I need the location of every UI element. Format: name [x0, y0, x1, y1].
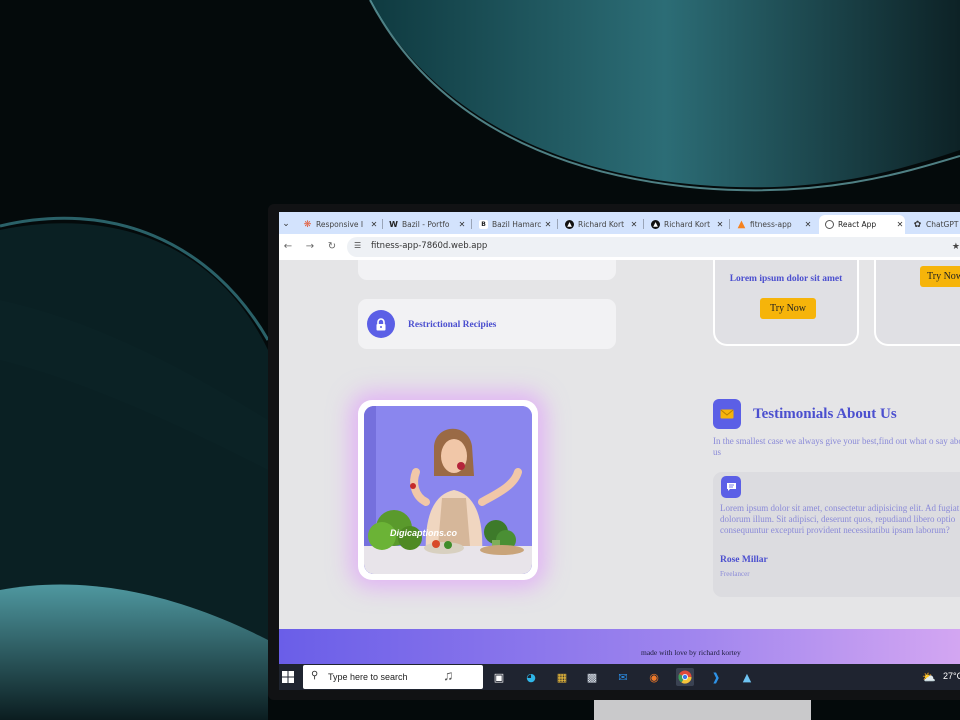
close-icon[interactable]: ✕: [369, 220, 379, 229]
tab-search-icon[interactable]: ⌄: [279, 212, 293, 234]
tab-label: React App: [838, 220, 877, 229]
windows-taskbar: ⚲ Type here to search ♫ ▣ ◕ ▦ ▩ ✉ ◉ ❱ ▲ …: [279, 664, 960, 690]
file-explorer-icon[interactable]: ▦: [553, 668, 571, 686]
tab-label: Responsive I: [316, 220, 364, 229]
close-icon[interactable]: ✕: [715, 220, 725, 229]
address-bar-row: ← → ↻ ☰ fitness-app-7860d.web.app ★: [279, 234, 960, 260]
task-view-icon[interactable]: ▣: [490, 668, 508, 686]
tab-label: Bazil - Portfo: [402, 220, 450, 229]
webflow-favicon-icon: W: [389, 220, 398, 229]
tab-bazil-hamarc[interactable]: B Bazil Hamarc ✕: [473, 215, 553, 234]
reviewer-name: Rose Millar: [720, 555, 768, 565]
tab-bar: ⌄ ❋ Responsive I ✕ W Bazil - Portfo ✕ B …: [279, 212, 960, 234]
tab-label: Richard Kort: [664, 220, 711, 229]
edge-icon[interactable]: ◕: [522, 668, 540, 686]
testimonials-title: Testimonials About Us: [753, 406, 897, 422]
weather-icon[interactable]: ⛅: [920, 668, 938, 686]
search-icon: ⚲: [311, 670, 319, 681]
tab-label: fitness-app: [750, 220, 792, 229]
responsive-favicon-icon: ❋: [303, 219, 312, 230]
tab-separator: [471, 219, 472, 229]
tab-label: Bazil Hamarc: [492, 220, 542, 229]
feature-label: Restrictional Recipies: [408, 320, 497, 330]
reviewer-role: Freelancer: [720, 570, 750, 578]
close-icon[interactable]: ✕: [895, 220, 905, 229]
monitor-stand: [594, 700, 811, 720]
try-now-button[interactable]: Try Now: [920, 266, 960, 287]
review-text: Lorem ipsum dolor sit amet, consectetur …: [720, 503, 960, 535]
taskbar-search-box[interactable]: ⚲ Type here to search ♫: [303, 665, 483, 689]
tab-react-app[interactable]: React App ✕: [819, 215, 905, 234]
tab-chatgpt[interactable]: ✿ ChatGPT: [907, 215, 960, 234]
tab-separator: [643, 219, 644, 229]
tab-separator: [729, 219, 730, 229]
tab-separator: [557, 219, 558, 229]
openai-favicon-icon: ✿: [913, 219, 922, 230]
web-page: Restrictional Recipies Lorem ipsum dolor…: [279, 260, 960, 676]
back-arrow-icon[interactable]: ←: [281, 240, 295, 254]
tab-label: ChatGPT: [926, 220, 959, 229]
vercel-favicon-icon: ▲: [565, 220, 574, 229]
forward-arrow-icon[interactable]: →: [303, 240, 317, 254]
firefox-icon[interactable]: ◉: [645, 668, 663, 686]
pricing-card: Lorem ipsum dolor sit amet Try Now: [713, 260, 859, 346]
temperature-text: 27°C: [943, 671, 960, 681]
close-icon[interactable]: ✕: [803, 220, 813, 229]
close-icon[interactable]: ✕: [629, 220, 639, 229]
chrome-icon[interactable]: [676, 668, 694, 686]
watermark-text: Digicaptions.co: [390, 528, 458, 538]
tab-label: Richard Kort: [578, 220, 625, 229]
tab-fitness-app[interactable]: ▲ fitness-app ✕: [731, 215, 813, 234]
photos-icon[interactable]: ▲: [738, 668, 756, 686]
tab-richard-kort-1[interactable]: ▲ Richard Kort ✕: [559, 215, 639, 234]
reload-icon[interactable]: ↻: [325, 240, 339, 254]
review-card: Lorem ipsum dolor sit amet, consectetur …: [713, 472, 960, 597]
feature-card: [358, 260, 616, 280]
hero-image-frame: Digicaptions.co: [358, 400, 538, 580]
tab-richard-kort-2[interactable]: ▲ Richard Kort ✕: [645, 215, 725, 234]
try-now-button[interactable]: Try Now: [760, 298, 816, 319]
vscode-icon[interactable]: ❱: [707, 668, 725, 686]
search-placeholder: Type here to search: [328, 672, 408, 682]
footer-text: made with love by richard kortey: [641, 648, 741, 657]
browser-window: ⌄ ❋ Responsive I ✕ W Bazil - Portfo ✕ B …: [279, 212, 960, 690]
mail-app-icon[interactable]: ✉: [614, 668, 632, 686]
bookmark-icon[interactable]: ★: [952, 241, 960, 252]
lock-icon: [367, 310, 395, 338]
close-icon[interactable]: ✕: [543, 220, 553, 229]
b-favicon-icon: B: [479, 220, 488, 229]
vercel-favicon-icon: ▲: [651, 220, 660, 229]
tab-responsive[interactable]: ❋ Responsive I ✕: [297, 215, 379, 234]
globe-favicon-icon: [825, 220, 834, 229]
windows-start-icon[interactable]: [281, 669, 295, 685]
pricing-text: Lorem ipsum dolor sit amet: [729, 274, 843, 284]
woman-eating-salad-image: Digicaptions.co: [364, 406, 532, 574]
headset-icon: ♫: [443, 667, 454, 683]
omnibox[interactable]: ☰ fitness-app-7860d.web.app ★: [347, 237, 960, 257]
testimonials-subtitle: In the smallest case we always give your…: [713, 436, 960, 457]
mail-icon: [713, 399, 741, 429]
url-text[interactable]: fitness-app-7860d.web.app: [371, 241, 487, 251]
site-settings-icon[interactable]: ☰: [354, 241, 361, 250]
store-icon[interactable]: ▩: [583, 668, 601, 686]
firebase-favicon-icon: ▲: [737, 219, 746, 230]
tab-bazil-portfolio[interactable]: W Bazil - Portfo ✕: [383, 215, 467, 234]
close-icon[interactable]: ✕: [457, 220, 467, 229]
feature-card-restrictional-recipies[interactable]: Restrictional Recipies: [358, 299, 616, 349]
chat-bubble-icon: [721, 476, 741, 498]
pricing-card: Try Now: [874, 260, 960, 346]
